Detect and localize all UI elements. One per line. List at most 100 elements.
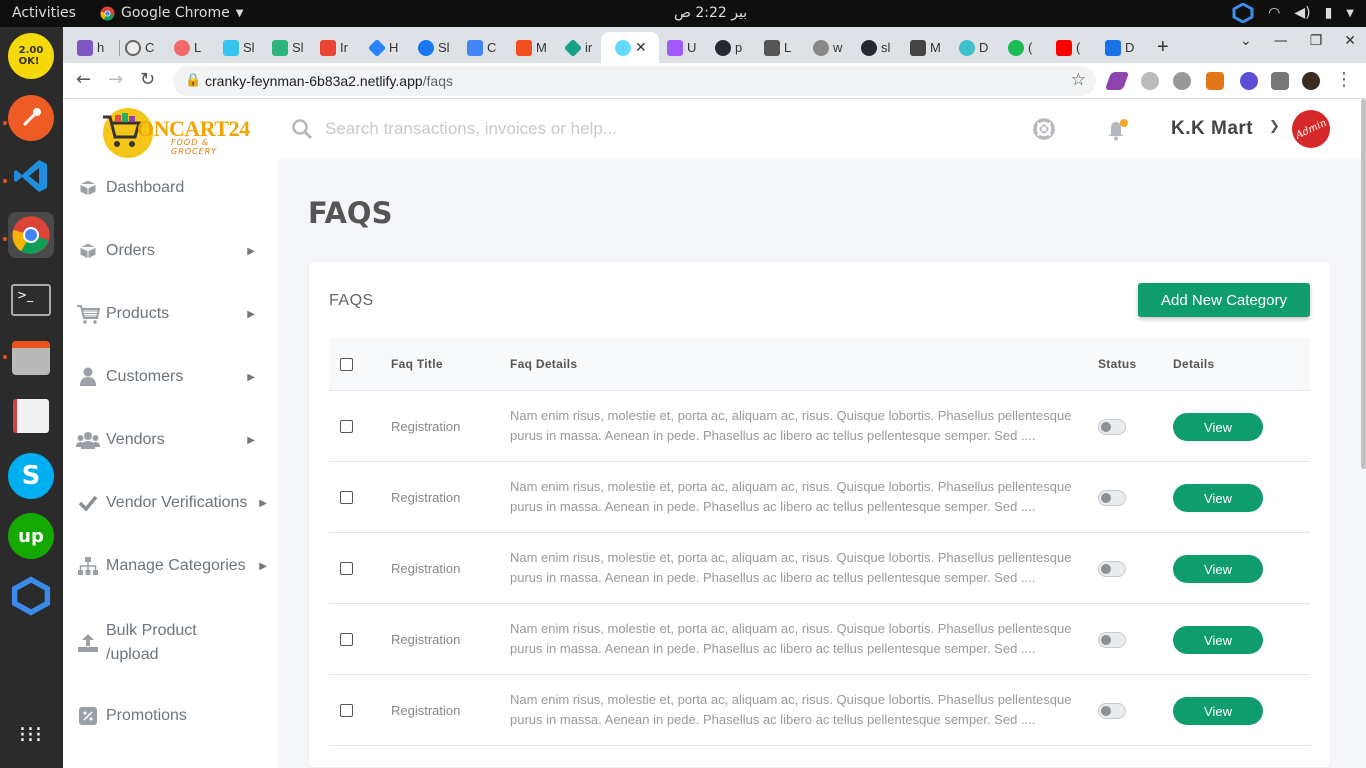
sidebar-item-promotions[interactable]: Promotions <box>75 696 270 736</box>
logo-subtitle: FOOD & GROCERY <box>171 138 218 156</box>
view-button[interactable]: View <box>1173 555 1263 583</box>
sidebar-item-orders[interactable]: Orders ▶ <box>75 231 270 271</box>
percent-icon <box>75 706 101 726</box>
search-input[interactable] <box>325 116 925 142</box>
browser-tab[interactable]: M <box>896 32 941 63</box>
close-window-icon[interactable]: ✕ <box>1344 33 1356 49</box>
menu-dots-icon[interactable]: ⋮ <box>1335 69 1353 90</box>
chevron-down-icon[interactable]: ❯ <box>1269 119 1280 134</box>
sidebar-item-products[interactable]: Products ▶ <box>75 294 270 334</box>
browser-tab[interactable]: L <box>750 32 791 63</box>
browser-tab-active[interactable]: ✕ <box>601 32 659 63</box>
sidebar-item-dashboard[interactable]: Dashboard <box>75 168 270 208</box>
show-applications-icon[interactable]: ⁝⁝⁝ <box>8 713 54 759</box>
browser-tab[interactable]: h <box>63 32 104 63</box>
browser-tab[interactable]: Sl <box>258 32 304 63</box>
chevron-down-icon: ▼ <box>235 7 244 19</box>
text-editor-icon[interactable] <box>8 393 54 439</box>
okaml-icon[interactable]: 2.00 OK! <box>8 33 54 79</box>
view-button[interactable]: View <box>1173 697 1263 725</box>
row-checkbox[interactable] <box>340 420 353 433</box>
chrome-dock-icon[interactable] <box>8 212 54 258</box>
upwork-icon[interactable]: up <box>8 513 54 559</box>
row-checkbox[interactable] <box>340 704 353 717</box>
row-checkbox[interactable] <box>340 562 353 575</box>
activities-button[interactable]: Activities <box>12 5 76 21</box>
view-button[interactable]: View <box>1173 413 1263 441</box>
browser-tab[interactable]: sl <box>847 32 890 63</box>
address-bar[interactable]: 🔒 cranky-feynman-6b83a2.netlify.app/faqs… <box>173 66 1096 96</box>
help-lifebuoy-icon[interactable] <box>1033 118 1055 140</box>
sidebar-item-customers[interactable]: Customers ▶ <box>75 357 270 397</box>
notification-bell-icon[interactable] <box>1105 118 1129 142</box>
new-tab-button[interactable]: + <box>1143 32 1169 63</box>
sidebar-item-label: Promotions <box>106 707 187 724</box>
vscode-icon[interactable] <box>8 153 54 199</box>
browser-tab[interactable]: D <box>1091 32 1134 63</box>
view-button[interactable]: View <box>1173 626 1263 654</box>
user-name[interactable]: K.K Mart <box>1171 118 1253 140</box>
sidebar-item-label: Customers <box>106 368 184 385</box>
browser-tab[interactable]: C <box>453 32 496 63</box>
files-icon[interactable] <box>8 335 54 381</box>
browser-tab[interactable]: H <box>355 32 398 63</box>
back-icon[interactable]: ← <box>76 69 91 90</box>
row-checkbox[interactable] <box>340 491 353 504</box>
app-menu[interactable]: Google Chrome ▼ <box>100 5 243 21</box>
browser-tab[interactable]: Ir <box>306 32 348 63</box>
app-icon[interactable] <box>8 573 54 619</box>
metamask-icon[interactable] <box>1206 72 1224 90</box>
status-toggle[interactable] <box>1098 632 1126 648</box>
reload-icon[interactable]: ↻ <box>140 69 155 90</box>
faq-card: FAQS Add New Category Faq Title Faq Deta… <box>308 261 1331 768</box>
sidebar-item-bulk-upload[interactable]: Bulk Product /upload <box>75 617 270 669</box>
restore-icon[interactable]: ❐ <box>1310 33 1323 49</box>
bug-extension-icon[interactable] <box>1173 72 1191 90</box>
close-tab-icon[interactable]: ✕ <box>635 39 647 56</box>
extension-badge-icon[interactable] <box>1240 72 1258 90</box>
add-new-category-button[interactable]: Add New Category <box>1138 283 1310 317</box>
forward-icon[interactable]: → <box>108 69 123 90</box>
status-toggle[interactable] <box>1098 419 1126 435</box>
browser-tab[interactable]: C <box>111 32 154 63</box>
sidebar-item-vendor-verifications[interactable]: Vendor Verifications ▶ <box>75 483 270 523</box>
status-toggle[interactable] <box>1098 703 1126 719</box>
tab-search-icon[interactable]: ⌄ <box>1240 33 1252 49</box>
page-scrollbar[interactable] <box>1361 99 1366 469</box>
view-button[interactable]: View <box>1173 484 1263 512</box>
browser-tab[interactable]: M <box>502 32 547 63</box>
browser-tab[interactable]: p <box>701 32 742 63</box>
avatar[interactable]: Admin <box>1292 110 1330 148</box>
minimize-icon[interactable]: — <box>1274 33 1288 49</box>
browser-tab[interactable]: U <box>653 32 696 63</box>
clock[interactable]: بير 2:22 ص <box>674 5 747 21</box>
tab-label: D <box>1125 40 1135 55</box>
terminal-icon[interactable]: >_ <box>8 277 54 323</box>
select-all-checkbox[interactable] <box>340 358 353 371</box>
browser-tab[interactable]: ( <box>1042 32 1080 63</box>
skype-icon[interactable]: S <box>8 453 54 499</box>
browser-tab[interactable]: D <box>945 32 988 63</box>
sidebar-item-label: Bulk Product /upload <box>106 622 197 663</box>
faq-title: Registration <box>391 490 461 505</box>
browser-tab[interactable]: ( <box>994 32 1032 63</box>
system-tray[interactable]: ◠ ◀) ▮ ▼ <box>1232 3 1354 23</box>
profile-avatar[interactable] <box>1302 72 1320 90</box>
puzzle-icon[interactable] <box>1271 72 1289 90</box>
browser-tab[interactable]: Sl <box>404 32 450 63</box>
postman-icon[interactable] <box>8 95 54 141</box>
caret-right-icon: ▶ <box>247 245 255 257</box>
row-checkbox[interactable] <box>340 633 353 646</box>
status-toggle[interactable] <box>1098 561 1126 577</box>
browser-tab[interactable]: w <box>799 32 842 63</box>
bookmark-star-icon[interactable]: ☆ <box>1071 70 1086 90</box>
globe-extension-icon[interactable] <box>1141 72 1159 90</box>
browser-tab[interactable]: L <box>160 32 201 63</box>
browser-tab[interactable]: ir <box>551 32 592 63</box>
sidebar-item-manage-categories[interactable]: Manage Categories ▶ <box>75 546 270 586</box>
logo[interactable]: ONCART24 FOOD & GROCERY <box>101 103 250 158</box>
status-toggle[interactable] <box>1098 490 1126 506</box>
sidebar-item-vendors[interactable]: Vendors ▶ <box>75 420 270 460</box>
extension-icon[interactable] <box>1104 72 1130 90</box>
browser-tab[interactable]: Sl <box>209 32 255 63</box>
